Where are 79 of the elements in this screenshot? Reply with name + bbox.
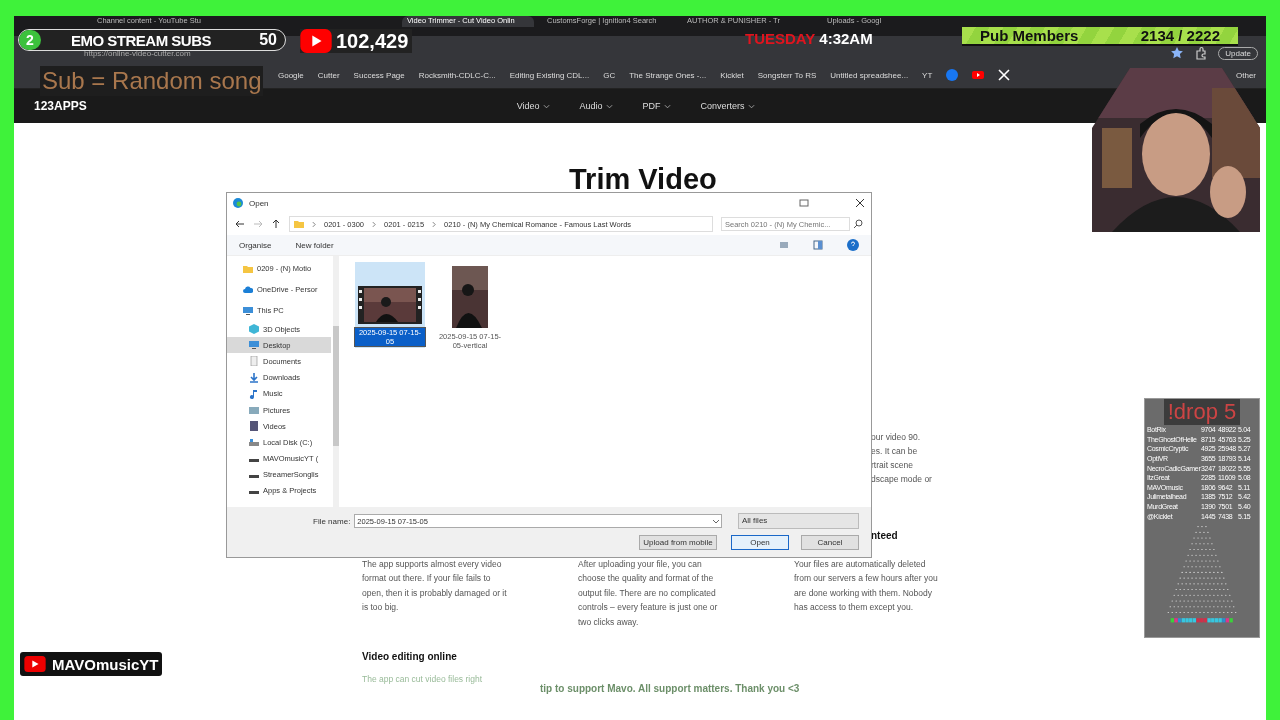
bookmark[interactable]: Songsterr To RS	[757, 70, 817, 80]
chevron-icon	[312, 220, 316, 228]
sub-goal-target: 50	[259, 31, 277, 49]
computer-icon	[243, 305, 253, 316]
chat-ticker: tip to support Mavo. All support matters. Thank you <3	[540, 683, 800, 694]
x-icon[interactable]	[998, 69, 1011, 81]
nav-menu-item[interactable]: Video	[516, 101, 550, 111]
cloud-icon	[243, 284, 253, 295]
feature-text: The app supports almost every video format out there. If your file fails to open, then it is probably damaged or it is too big.	[362, 558, 508, 615]
nav-menu-item[interactable]: Audio	[579, 101, 613, 111]
address-bar[interactable]: https://online-video-cutter.com	[84, 49, 191, 60]
bookmark[interactable]: Kicklet	[720, 70, 744, 80]
bookmark[interactable]: GC	[603, 70, 616, 80]
bookmark[interactable]: Success Page	[353, 70, 405, 80]
page-heading: Trim Video	[569, 163, 717, 196]
chevron-icon	[663, 103, 671, 109]
feature-text: After uploading your file, you can choose the quality and format of the output file. There are no complicated controls – every feature is just one or two clicks away.	[578, 558, 719, 629]
browser-logo-icon	[233, 198, 243, 208]
dialog-title: Open	[249, 198, 269, 208]
bookmark[interactable]: Rocksmith-CDLC-C...	[418, 70, 496, 80]
drop-title: !drop 5	[1163, 399, 1241, 425]
extensions-icon[interactable]	[1194, 46, 1209, 60]
chevron-icon	[605, 103, 613, 109]
chevron-icon	[432, 220, 437, 228]
members-count: 2134 / 2222	[1140, 27, 1220, 44]
bookmark[interactable]: Other	[1236, 70, 1256, 80]
bookmark[interactable]: The Strange Ones -...	[629, 70, 707, 80]
nav-menu-item[interactable]: PDF	[642, 101, 671, 111]
site-logo[interactable]: 123APPS	[34, 99, 87, 113]
toolbar-button[interactable]: Organise	[239, 240, 272, 250]
document-icon	[249, 356, 259, 367]
dialog-button[interactable]: Cancel	[801, 535, 859, 550]
bookmark[interactable]: Untitled spreadshee...	[830, 70, 909, 80]
close-icon[interactable]	[855, 198, 865, 208]
file-type-dropdown[interactable]: All files	[738, 513, 859, 529]
feature-text: Your files are automatically deleted from our servers a few hours after you are done working with them. Nobody has access to them except you.	[794, 558, 939, 615]
window-icon[interactable]	[799, 198, 809, 208]
play-icon	[300, 29, 332, 53]
feature-heading: nteed	[871, 530, 899, 541]
sub-count: 2	[19, 30, 41, 50]
sub-note: Sub = Random song	[40, 66, 264, 96]
search-icon	[853, 219, 863, 229]
members-label: Pub Members	[980, 27, 1079, 44]
help-icon[interactable]	[847, 239, 859, 251]
play-icon[interactable]	[972, 69, 985, 81]
clock-time: 4:32AM	[819, 30, 873, 47]
folder-icon	[243, 263, 253, 274]
play-icon	[24, 656, 46, 672]
download-icon	[249, 372, 259, 383]
section-text: The app can cut video files right	[362, 674, 482, 685]
update-button[interactable]: Update	[1218, 47, 1258, 60]
monitor-icon	[249, 340, 259, 351]
bookmark[interactable]: YT	[922, 70, 933, 80]
up-arrow-icon[interactable]	[271, 219, 281, 229]
chevron-icon	[542, 103, 550, 109]
day-label: TUESDAY	[745, 30, 816, 47]
cube-icon	[249, 324, 259, 335]
bookmark[interactable]: Cutter	[317, 70, 340, 80]
nav-menu-item[interactable]: Converters	[700, 101, 755, 111]
file-name-label: File name:	[313, 516, 351, 526]
bookmark[interactable]: Editing Existing CDL...	[509, 70, 590, 80]
sub-goal-label: EMO STREAM SUBS	[71, 31, 211, 49]
subscriber-count: 102,429	[335, 29, 410, 53]
channel-name: MAVOmusicYT	[52, 655, 159, 673]
chevron-icon	[372, 220, 377, 228]
dialog-button[interactable]: Upload from mobile	[639, 535, 717, 550]
music-note-icon	[249, 388, 259, 399]
folder-icon	[294, 219, 304, 229]
pane-icon[interactable]	[813, 240, 823, 250]
toolbar-button[interactable]: New folder	[295, 240, 334, 250]
feature-text: our video 90.	[871, 431, 922, 444]
chevron-icon	[747, 103, 755, 109]
bookmark[interactable]: Google	[278, 70, 304, 80]
feature-text: dscape mode or	[871, 473, 932, 486]
back-arrow-icon[interactable]	[235, 219, 245, 229]
drive-icon	[249, 437, 259, 448]
section-heading: Video editing online	[362, 651, 457, 663]
dialog-button[interactable]: Open	[731, 535, 789, 550]
star-icon[interactable]	[1170, 46, 1185, 60]
